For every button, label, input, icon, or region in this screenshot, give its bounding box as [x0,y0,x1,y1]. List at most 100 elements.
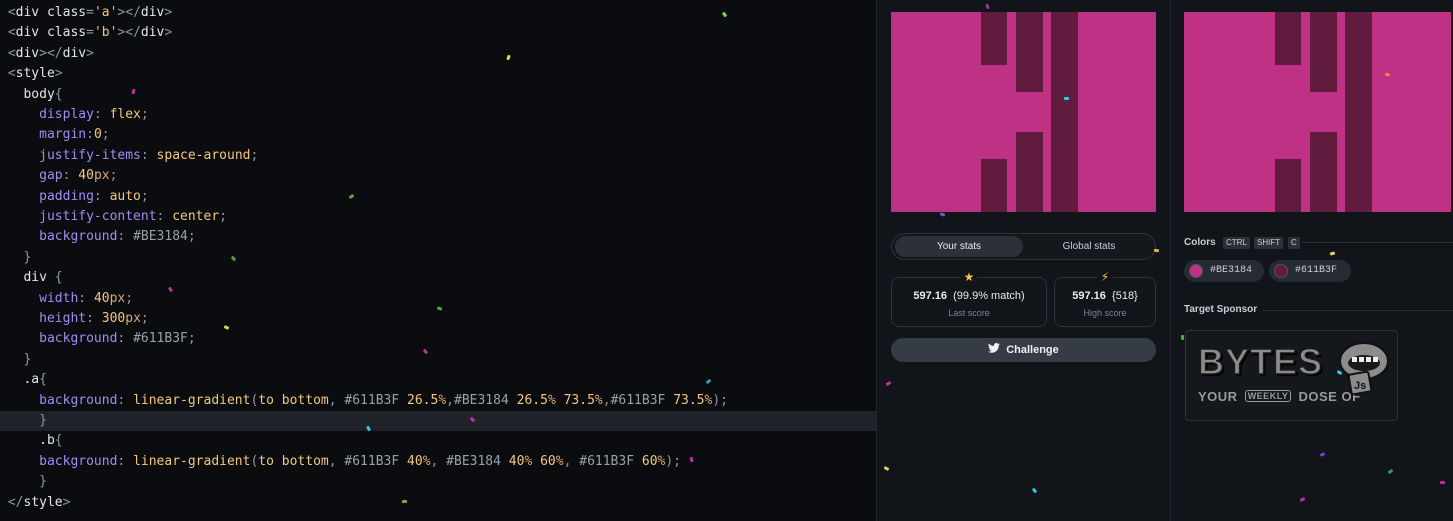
code-token: div [140,25,165,41]
code-token: < [7,5,16,20]
code-token: : [117,331,134,347]
code-token: : [117,392,134,408]
code-token: , [602,392,611,408]
code-token: { [46,270,63,286]
high-score-label: High score [1083,308,1127,318]
code-line[interactable]: } [0,472,876,492]
color-swatch-1[interactable]: #BE3184 [1184,260,1264,282]
stats-toggle: Your stats Global stats [891,233,1156,260]
code-token: 40 [93,290,110,306]
code-token: = [86,5,94,20]
global-stats-tab[interactable]: Global stats [1025,236,1153,257]
color-hex: #611B3F [1295,265,1338,276]
sponsor-title: Target Sponsor [1184,304,1258,315]
code-line[interactable]: background: linear-gradient(to bottom, #… [0,452,876,472]
js-badge: Js [1354,380,1366,392]
mouth-mascot-icon: Js [1339,342,1389,396]
output-preview[interactable] [891,12,1156,212]
code-editor[interactable]: <div class='a'></div> <div class='b'></d… [0,0,876,521]
confetti-piece [1063,96,1070,101]
code-line[interactable]: <div class='b'></div> [0,23,876,43]
shortcut-key-shift: SHIFT [1254,237,1284,249]
code-token: to bottom [258,392,329,408]
code-line[interactable]: .a{ [0,370,876,390]
code-token: { [54,86,63,102]
code-token: background [7,392,118,408]
your-stats-tab[interactable]: Your stats [895,236,1023,257]
code-token: 'a' [93,5,118,20]
target-panel: Colors CTRL SHIFT C #BE3184 #611B3F Targ… [1170,0,1453,521]
code-line[interactable]: } [0,350,876,370]
code-token: to bottom [258,453,329,469]
last-score-value: 597.16 [913,290,947,302]
code-token: 300 [101,311,126,326]
confetti-piece [1153,248,1160,253]
code-line[interactable]: justify-items: space-around; [0,146,876,166]
challenge-label: Challenge [1006,344,1059,356]
code-token: ></ [117,25,141,41]
code-line[interactable]: display: flex; [0,105,876,125]
preview-bar [1345,12,1372,212]
code-token: > [54,66,63,82]
code-token: 60 [540,453,556,469]
code-token: #611B3F [344,392,400,408]
code-token: : [93,107,110,122]
code-token: > [86,45,94,61]
code-token: style [23,494,63,510]
code-token: div [15,5,40,20]
code-token: div [7,270,47,286]
code-line[interactable]: background: #BE3184; [0,227,876,247]
code-token: linear-gradient [133,453,251,469]
code-line[interactable]: </style> [0,493,876,513]
code-token: ; [101,127,110,143]
code-line[interactable]: background: #611B3F; [0,329,876,349]
code-token: < [7,66,16,82]
target-preview[interactable] [1184,12,1451,212]
confetti-piece [1180,334,1185,341]
code-token: = [86,25,94,41]
code-token: , [446,392,454,408]
code-line[interactable]: margin:0; [0,125,876,145]
code-line[interactable]: background: linear-gradient(to bottom, #… [0,391,876,411]
code-line[interactable]: padding: auto; [0,187,876,207]
code-token: > [164,5,173,20]
code-line[interactable]: <div></div> [0,44,876,64]
code-line[interactable]: gap: 40px; [0,166,876,186]
code-line[interactable]: } [0,248,876,268]
code-token: > [164,25,173,41]
code-token: 60 [641,453,658,469]
code-line[interactable]: <div class='a'></div> [0,3,876,23]
code-line[interactable]: .b{ [0,431,876,451]
code-line[interactable]: justify-content: center; [0,207,876,227]
preview-bar [1016,12,1043,212]
code-token: flex [109,107,141,122]
bytes-logo: BYTES [1197,340,1324,383]
preview-bar [1051,12,1078,212]
code-token: < [7,45,16,61]
code-line[interactable]: div { [0,268,876,288]
challenge-button[interactable]: Challenge [891,338,1156,362]
code-token: { [39,372,47,388]
color-hex: #BE3184 [1210,265,1253,276]
bolt-icon: ⚡ [1097,270,1113,284]
code-token: #BE3184 [446,453,501,469]
code-line[interactable]: <style> [0,64,876,84]
output-panel: Your stats Global stats 597.16 (99.9% ma… [876,0,1170,521]
code-line[interactable]: body{ [0,85,876,105]
code-token: ; [187,331,196,347]
sponsor-banner[interactable]: BYTES YOUR WEEKLY DOSE OF Js [1185,330,1398,421]
code-line[interactable]: } [0,411,876,432]
code-token: px [125,311,141,326]
code-token: #BE3184 [133,229,188,245]
color-swatch-2[interactable]: #611B3F [1269,260,1351,282]
code-token: , [328,453,345,469]
code-token: 40 [508,453,525,469]
code-token: : [86,311,102,326]
code-line[interactable]: height: 300px; [0,309,876,329]
code-token: justify-items [7,147,141,163]
